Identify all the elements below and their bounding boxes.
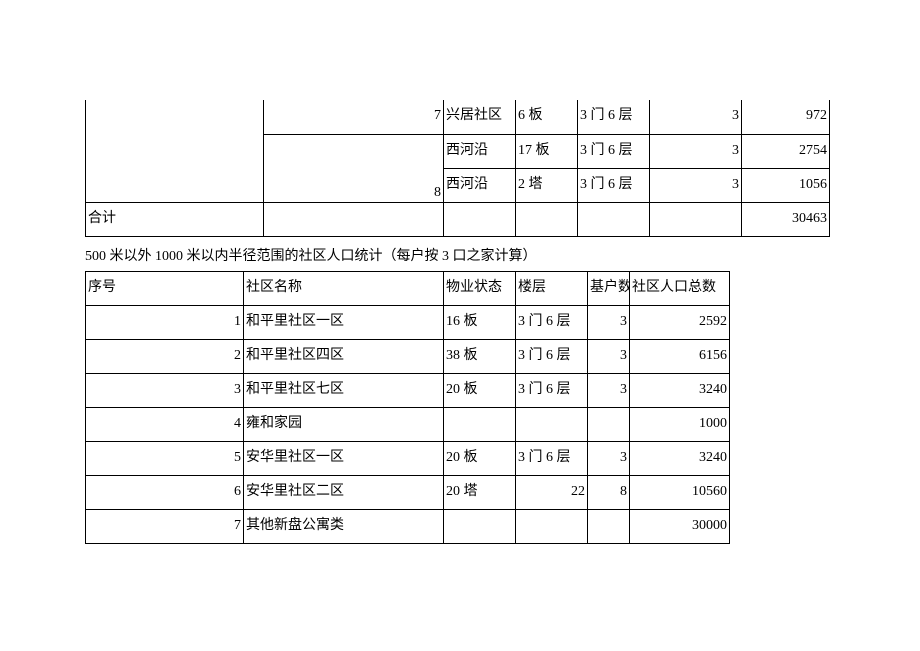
table-row: 4 雍和家园 1000: [86, 407, 730, 441]
cell-name: 和平里社区七区: [244, 373, 444, 407]
cell-name: 西河沿: [444, 168, 516, 202]
cell-blank: [444, 202, 516, 236]
cell-name: 和平里社区一区: [244, 305, 444, 339]
cell-seq: 8: [264, 134, 444, 202]
cell-property: [444, 407, 516, 441]
cell-name: 其他新盘公寓类: [244, 509, 444, 543]
cell-seq: 7: [264, 100, 444, 134]
cell-name: 西河沿: [444, 134, 516, 168]
cell-name: 兴居社区: [444, 100, 516, 134]
cell-floors: 22: [516, 475, 588, 509]
cell-base: 3: [650, 134, 742, 168]
cell-name: 和平里社区四区: [244, 339, 444, 373]
table-total-row: 合计 30463: [86, 202, 830, 236]
cell-name: 雍和家园: [244, 407, 444, 441]
cell-name: 安华里社区二区: [244, 475, 444, 509]
table-row: 2 和平里社区四区 38 板 3 门 6 层 3 6156: [86, 339, 730, 373]
cell-base: [588, 509, 630, 543]
cell-base: 3: [588, 373, 630, 407]
cell-blank: [264, 202, 444, 236]
cell-floors: 3 门 6 层: [578, 100, 650, 134]
cell-seq: 4: [86, 407, 244, 441]
cell-base: 3: [650, 168, 742, 202]
cell-floors: [516, 407, 588, 441]
cell-seq: 7: [86, 509, 244, 543]
cell-seq: 2: [86, 339, 244, 373]
cell-pop: 10560: [630, 475, 730, 509]
cell-floors: 3 门 6 层: [578, 134, 650, 168]
cell-property: 2 塔: [516, 168, 578, 202]
table-row: 6 安华里社区二区 20 塔 22 8 10560: [86, 475, 730, 509]
cell-property: 20 板: [444, 441, 516, 475]
table-row: 5 安华里社区一区 20 板 3 门 6 层 3 3240: [86, 441, 730, 475]
cell-pop: 3240: [630, 373, 730, 407]
population-table-lower: 序号 社区名称 物业状态 楼层 基户数 社区人口总数 1 和平里社区一区 16 …: [85, 271, 730, 544]
cell-base: 3: [588, 441, 630, 475]
cell-pop: 2754: [742, 134, 830, 168]
cell-floors: [516, 509, 588, 543]
cell-pop: 2592: [630, 305, 730, 339]
header-property: 物业状态: [444, 271, 516, 305]
table2-caption: 500 米以外 1000 米以内半径范围的社区人口统计（每户按 3 口之家计算）: [85, 245, 835, 265]
cell-property: 20 板: [444, 373, 516, 407]
cell-floors: 3 门 6 层: [516, 305, 588, 339]
cell-pop: 1000: [630, 407, 730, 441]
header-floors: 楼层: [516, 271, 588, 305]
cell-floors: 3 门 6 层: [516, 441, 588, 475]
total-label: 合计: [86, 202, 264, 236]
cell-blank: [578, 202, 650, 236]
cell-pop: 3240: [630, 441, 730, 475]
cell-property: [444, 509, 516, 543]
cell-base: 3: [588, 305, 630, 339]
total-value: 30463: [742, 202, 830, 236]
cell-blank: [86, 100, 264, 202]
cell-pop: 1056: [742, 168, 830, 202]
header-base: 基户数: [588, 271, 630, 305]
cell-seq: 3: [86, 373, 244, 407]
cell-pop: 6156: [630, 339, 730, 373]
table-row: 7 兴居社区 6 板 3 门 6 层 3 972: [86, 100, 830, 134]
header-pop: 社区人口总数: [630, 271, 730, 305]
table-row: 3 和平里社区七区 20 板 3 门 6 层 3 3240: [86, 373, 730, 407]
cell-seq: 6: [86, 475, 244, 509]
cell-property: 16 板: [444, 305, 516, 339]
cell-blank: [650, 202, 742, 236]
cell-floors: 3 门 6 层: [516, 339, 588, 373]
cell-seq: 5: [86, 441, 244, 475]
cell-name: 安华里社区一区: [244, 441, 444, 475]
cell-property: 38 板: [444, 339, 516, 373]
table-row: 1 和平里社区一区 16 板 3 门 6 层 3 2592: [86, 305, 730, 339]
cell-pop: 972: [742, 100, 830, 134]
table-row: 7 其他新盘公寓类 30000: [86, 509, 730, 543]
cell-base: 3: [588, 339, 630, 373]
cell-property: 17 板: [516, 134, 578, 168]
header-seq: 序号: [86, 271, 244, 305]
cell-base: [588, 407, 630, 441]
cell-seq: 1: [86, 305, 244, 339]
cell-property: 20 塔: [444, 475, 516, 509]
cell-property: 6 板: [516, 100, 578, 134]
cell-floors: 3 门 6 层: [516, 373, 588, 407]
table-header-row: 序号 社区名称 物业状态 楼层 基户数 社区人口总数: [86, 271, 730, 305]
cell-base: 8: [588, 475, 630, 509]
population-table-upper: 7 兴居社区 6 板 3 门 6 层 3 972 8 西河沿 17 板 3 门 …: [85, 100, 830, 237]
cell-base: 3: [650, 100, 742, 134]
cell-floors: 3 门 6 层: [578, 168, 650, 202]
cell-pop: 30000: [630, 509, 730, 543]
header-name: 社区名称: [244, 271, 444, 305]
cell-blank: [516, 202, 578, 236]
